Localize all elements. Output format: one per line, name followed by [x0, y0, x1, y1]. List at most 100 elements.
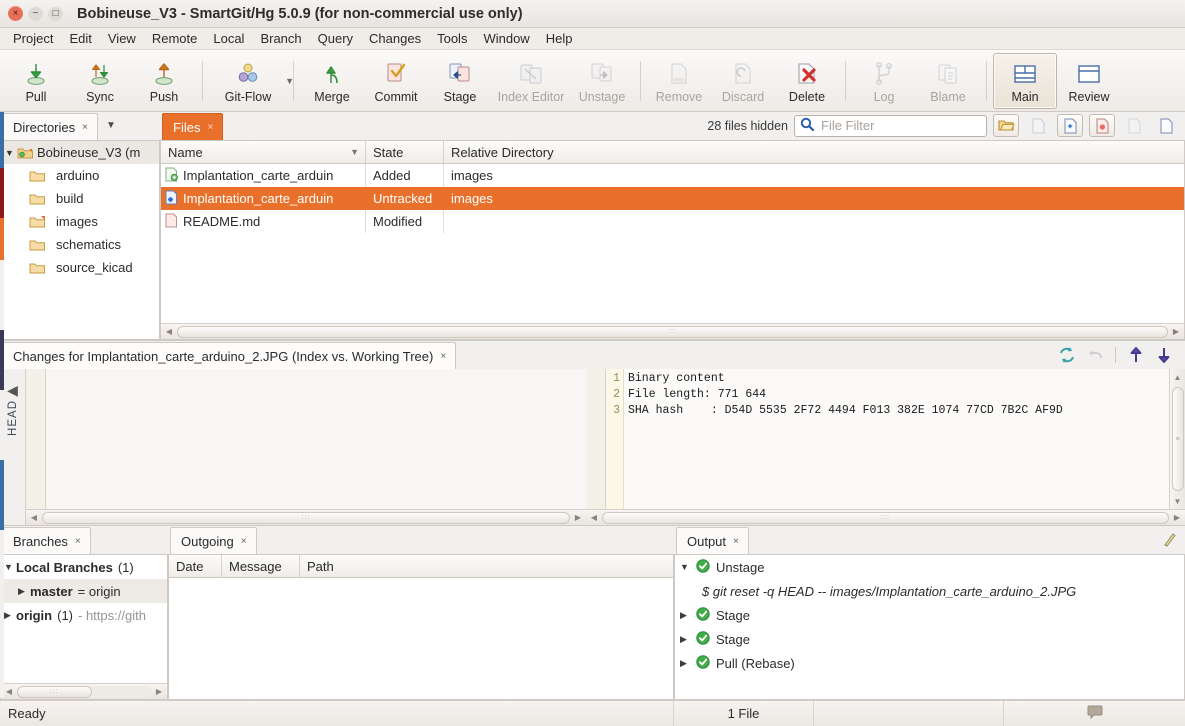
outgoing-table[interactable]: Date Message Path [168, 554, 674, 700]
toolbar-commit-button[interactable]: Commit [364, 53, 428, 109]
scroll-track[interactable]: ::: [601, 511, 1170, 524]
menu-branch[interactable]: Branch [252, 29, 309, 48]
twisty-icon[interactable]: ▶ [680, 634, 690, 645]
file-all-icon[interactable] [1153, 114, 1179, 137]
toolbar-unstage-button[interactable]: Unstage [570, 53, 634, 109]
toolbar-review-layout-button[interactable]: Review [1057, 53, 1121, 109]
menu-edit[interactable]: Edit [61, 29, 99, 48]
menu-local[interactable]: Local [205, 29, 252, 48]
twisty-icon[interactable]: ▶ [18, 586, 30, 597]
toolbar-remove-button[interactable]: Remove [647, 53, 711, 109]
files-horizontal-scrollbar[interactable]: ◀ ::: ▶ [161, 323, 1184, 339]
tab-files[interactable]: Files × [162, 113, 224, 140]
chevron-down-icon[interactable]: ▼ [285, 76, 294, 86]
toolbar-push-button[interactable]: Push [132, 53, 196, 109]
column-header-state[interactable]: State [366, 141, 444, 163]
output-group-stage-2[interactable]: ▶ Stage [675, 627, 1184, 651]
file-filter-input[interactable] [819, 117, 999, 134]
scroll-right-icon[interactable]: ▶ [1170, 513, 1184, 522]
twisty-icon[interactable]: ▼ [5, 148, 17, 158]
scroll-left-icon[interactable]: ◀ [2, 687, 16, 696]
twisty-icon[interactable]: ▼ [680, 562, 690, 572]
minimize-window-button[interactable]: − [28, 6, 43, 21]
close-icon[interactable]: × [82, 122, 88, 133]
menu-view[interactable]: View [100, 29, 144, 48]
output-group-unstage[interactable]: ▼ Unstage [675, 555, 1184, 579]
twisty-icon[interactable]: ▶ [4, 610, 16, 621]
twisty-icon[interactable]: ▼ [4, 562, 16, 572]
toolbar-delete-button[interactable]: Delete [775, 53, 839, 109]
menu-tools[interactable]: Tools [429, 29, 475, 48]
file-plain-icon[interactable] [1025, 114, 1051, 137]
directory-tree[interactable]: ▼ Bobineuse_V3 (m arduino build images s… [0, 140, 160, 340]
file-ignored-icon[interactable] [1121, 114, 1147, 137]
table-row[interactable]: Implantation_carte_arduin Added images [161, 164, 1184, 187]
toolbar-blame-button[interactable]: Blame [916, 53, 980, 109]
close-window-button[interactable]: × [8, 6, 23, 21]
twisty-icon[interactable]: ▶ [680, 610, 690, 621]
column-header-message[interactable]: Message [222, 555, 300, 577]
scroll-thumb[interactable]: ::: [17, 685, 92, 698]
twisty-icon[interactable]: ▶ [680, 658, 690, 669]
tab-outgoing[interactable]: Outgoing × [170, 527, 257, 554]
toolbar-log-button[interactable]: Log [852, 53, 916, 109]
table-row[interactable]: Implantation_carte_arduin Untracked imag… [161, 187, 1184, 210]
tab-directories[interactable]: Directories × [2, 113, 98, 140]
list-item[interactable]: ▶ origin (1) - https://gith [1, 603, 167, 627]
menu-window[interactable]: Window [475, 29, 537, 48]
previous-change-icon[interactable] [1123, 344, 1149, 366]
close-icon[interactable]: × [733, 536, 739, 547]
scroll-track[interactable]: ::: [41, 511, 571, 524]
scroll-track[interactable]: ::: [176, 325, 1169, 338]
file-modified-filter-icon[interactable] [1089, 114, 1115, 137]
toolbar-pull-button[interactable]: Pull [4, 53, 68, 109]
file-untracked-filter-icon[interactable] [1057, 114, 1083, 137]
toolbar-stage-button[interactable]: Stage [428, 53, 492, 109]
table-row[interactable]: README.md Modified [161, 210, 1184, 233]
menu-changes[interactable]: Changes [361, 29, 429, 48]
diff-right-horizontal-scrollbar[interactable]: ◀ ::: ▶ [586, 509, 1185, 525]
branches-tree[interactable]: ▼ Local Branches (1) ▶ master = origin ▶… [0, 554, 168, 700]
diff-left-content[interactable] [46, 369, 586, 509]
scroll-thumb[interactable]: ::: [602, 511, 1169, 524]
scroll-left-icon[interactable]: ◀ [162, 327, 176, 336]
branches-horizontal-scrollbar[interactable]: ◀ ::: ▶ [1, 683, 167, 699]
tree-row-schematics[interactable]: schematics [1, 233, 159, 256]
tree-row-images[interactable]: images [1, 210, 159, 233]
diff-right-content[interactable]: Binary content File length: 771 644 SHA … [624, 369, 1169, 509]
close-icon[interactable]: × [75, 536, 81, 547]
tree-row-arduino[interactable]: arduino [1, 164, 159, 187]
file-filter-box[interactable] [794, 114, 1018, 137]
tab-output[interactable]: Output × [676, 527, 749, 554]
menu-remote[interactable]: Remote [144, 29, 206, 48]
scroll-track[interactable]: ::: [16, 685, 152, 698]
toolbar-main-layout-button[interactable]: Main [993, 53, 1057, 109]
tab-changes[interactable]: Changes for Implantation_carte_arduino_2… [2, 342, 457, 369]
tab-branches[interactable]: Branches × [2, 527, 91, 554]
toolbar-sync-button[interactable]: Sync [68, 53, 132, 109]
scroll-thumb[interactable]: ≡ [1171, 387, 1184, 491]
scroll-left-icon[interactable]: ◀ [27, 513, 41, 522]
menu-query[interactable]: Query [310, 29, 361, 48]
output-list[interactable]: ▼ Unstage $ git reset -q HEAD -- images/… [674, 554, 1185, 700]
column-header-name[interactable]: Name ▼ [161, 141, 366, 163]
refresh-icon[interactable] [1054, 344, 1080, 366]
toolbar-git-flow-button[interactable]: Git-Flow ▼ [209, 53, 294, 109]
open-folder-icon[interactable] [993, 114, 1019, 137]
scroll-down-icon[interactable]: ▼ [1174, 494, 1182, 508]
tree-row-source-kicad[interactable]: source_kicad [1, 256, 159, 279]
close-icon[interactable]: × [241, 536, 247, 547]
list-item[interactable]: ▶ master = origin [1, 579, 167, 603]
menu-help[interactable]: Help [538, 29, 581, 48]
status-message-cell[interactable] [1003, 700, 1185, 726]
menu-project[interactable]: Project [5, 29, 61, 48]
column-header-path[interactable]: Path [300, 555, 673, 577]
scroll-right-icon[interactable]: ▶ [152, 687, 166, 696]
scroll-left-icon[interactable]: ◀ [587, 513, 601, 522]
output-group-stage-1[interactable]: ▶ Stage [675, 603, 1184, 627]
scroll-thumb[interactable]: ::: [42, 511, 570, 524]
column-header-date[interactable]: Date [169, 555, 222, 577]
clear-output-icon[interactable] [1161, 532, 1177, 551]
toolbar-index-editor-button[interactable]: Index Editor [492, 53, 570, 109]
output-group-pull-rebase[interactable]: ▶ Pull (Rebase) [675, 651, 1184, 675]
